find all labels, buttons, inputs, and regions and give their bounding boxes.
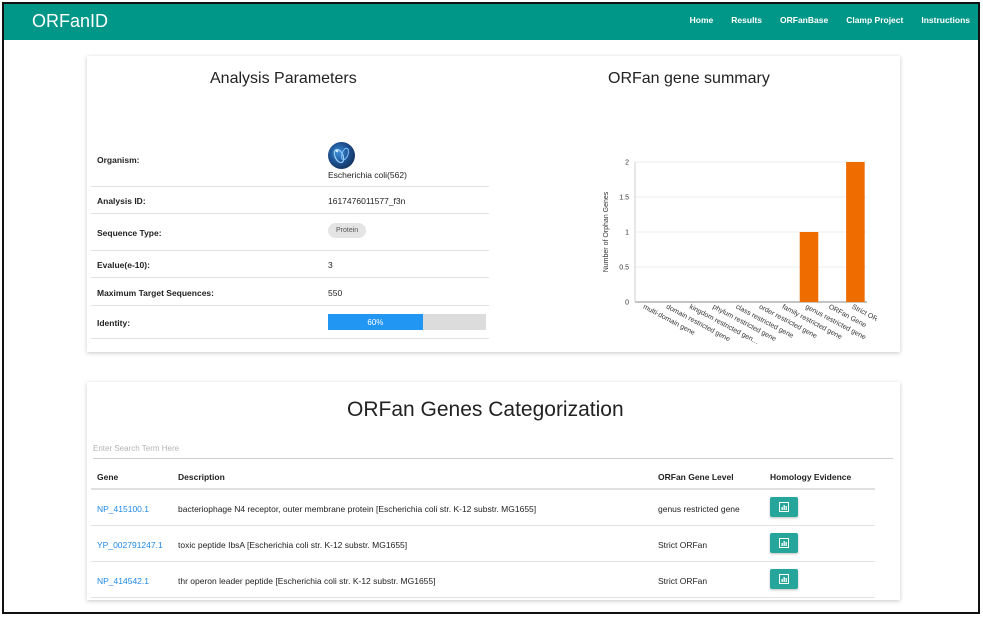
identity-label: Identity: xyxy=(97,318,131,328)
col-gene[interactable]: Gene xyxy=(97,472,118,482)
param-row-organism: Organism: Escherichia coli(562) xyxy=(91,140,489,187)
analysis-id-value: 1617476011577_f3n xyxy=(328,196,406,206)
top-navbar: ORFanID Home Results ORFanBase Clamp Pro… xyxy=(4,4,978,40)
param-row-identity: Identity: 60% xyxy=(91,306,489,339)
orfan-summary-title: ORFan gene summary xyxy=(608,70,770,87)
col-homology-evidence[interactable]: Homology Evidence xyxy=(770,472,851,482)
parameters-table: Organism: Escherichia coli(562) Analysis… xyxy=(91,140,489,339)
bar xyxy=(799,232,819,302)
identity-progress-bar: 60% xyxy=(328,314,486,330)
param-row-analysis-id: Analysis ID: 1617476011577_f3n xyxy=(91,187,489,214)
identity-progress-fill: 60% xyxy=(328,314,423,330)
gene-link[interactable]: YP_002791247.1 xyxy=(97,540,163,550)
gene-description: thr operon leader peptide [Escherichia c… xyxy=(178,576,436,586)
evalue-label: Evalue(e-10): xyxy=(97,260,150,270)
genes-table-header: Gene Description ORFan Gene Level Homolo… xyxy=(91,466,875,490)
nav-orfanbase[interactable]: ORFanBase xyxy=(780,15,828,25)
gene-link[interactable]: NP_415100.1 xyxy=(97,504,149,514)
analysis-card: Analysis Parameters ORFan gene summary O… xyxy=(87,56,900,352)
max-target-value: 550 xyxy=(328,288,343,298)
chart-icon xyxy=(779,538,789,548)
nav-clamp-project[interactable]: Clamp Project xyxy=(846,15,903,25)
analysis-id-label: Analysis ID: xyxy=(97,196,146,206)
genes-table: Gene Description ORFan Gene Level Homolo… xyxy=(91,466,875,598)
sequence-type-badge: Protein xyxy=(328,223,367,238)
y-tick-label: 1 xyxy=(625,230,629,237)
table-row: NP_414542.1 thr operon leader peptide [E… xyxy=(91,562,875,598)
organism-value: Escherichia coli(562) xyxy=(328,170,407,180)
evalue-value: 3 xyxy=(328,260,333,270)
y-axis-title: Number of Orphan Genes xyxy=(603,191,610,272)
col-description[interactable]: Description xyxy=(178,472,225,482)
y-tick-label: 0 xyxy=(625,300,629,307)
homology-evidence-button[interactable] xyxy=(770,533,798,553)
brand-logo[interactable]: ORFanID xyxy=(32,11,108,32)
gene-level: Strict ORFan xyxy=(658,540,708,550)
y-tick-label: 0.5 xyxy=(619,265,629,272)
col-orfan-level[interactable]: ORFan Gene Level xyxy=(658,472,734,482)
app-frame: ORFanID Home Results ORFanBase Clamp Pro… xyxy=(2,2,980,614)
orfan-summary-chart: 00.511.52Number of Orphan Genesmulti-dom… xyxy=(603,160,877,345)
param-row-sequence-type: Sequence Type: Protein xyxy=(91,214,489,251)
homology-evidence-button[interactable] xyxy=(770,497,798,517)
gene-level: Strict ORFan xyxy=(658,576,708,586)
table-row: YP_002791247.1 toxic peptide IbsA [Esche… xyxy=(91,526,875,562)
gene-link[interactable]: NP_414542.1 xyxy=(97,576,149,586)
y-tick-label: 2 xyxy=(625,160,629,167)
nav-home[interactable]: Home xyxy=(690,15,714,25)
genes-card: ORFan Genes Categorization Gene Descript… xyxy=(87,382,900,600)
y-tick-label: 1.5 xyxy=(619,195,629,202)
chart-icon xyxy=(779,502,789,512)
nav-results[interactable]: Results xyxy=(731,15,762,25)
bacteria-icon xyxy=(333,147,349,164)
sequence-type-label: Sequence Type: xyxy=(97,228,162,238)
bar xyxy=(846,162,865,302)
analysis-parameters-title: Analysis Parameters xyxy=(210,70,357,87)
nav-instructions[interactable]: Instructions xyxy=(921,15,970,25)
table-row: NP_415100.1 bacteriophage N4 receptor, o… xyxy=(91,490,875,526)
param-row-max-target: Maximum Target Sequences: 550 xyxy=(91,278,489,306)
gene-description: toxic peptide IbsA [Escherichia coli str… xyxy=(178,540,408,550)
gene-search-input[interactable] xyxy=(93,439,893,459)
param-row-evalue: Evalue(e-10): 3 xyxy=(91,251,489,278)
gene-description: bacteriophage N4 receptor, outer membran… xyxy=(178,504,537,514)
organism-label: Organism: xyxy=(97,155,140,165)
chart-icon xyxy=(779,574,789,584)
homology-evidence-button[interactable] xyxy=(770,569,798,589)
nav-links: Home Results ORFanBase Clamp Project Ins… xyxy=(672,15,970,25)
genes-categorization-title: ORFan Genes Categorization xyxy=(347,398,624,421)
max-target-label: Maximum Target Sequences: xyxy=(97,288,214,298)
gene-level: genus restricted gene xyxy=(658,504,740,514)
organism-avatar xyxy=(328,142,355,169)
